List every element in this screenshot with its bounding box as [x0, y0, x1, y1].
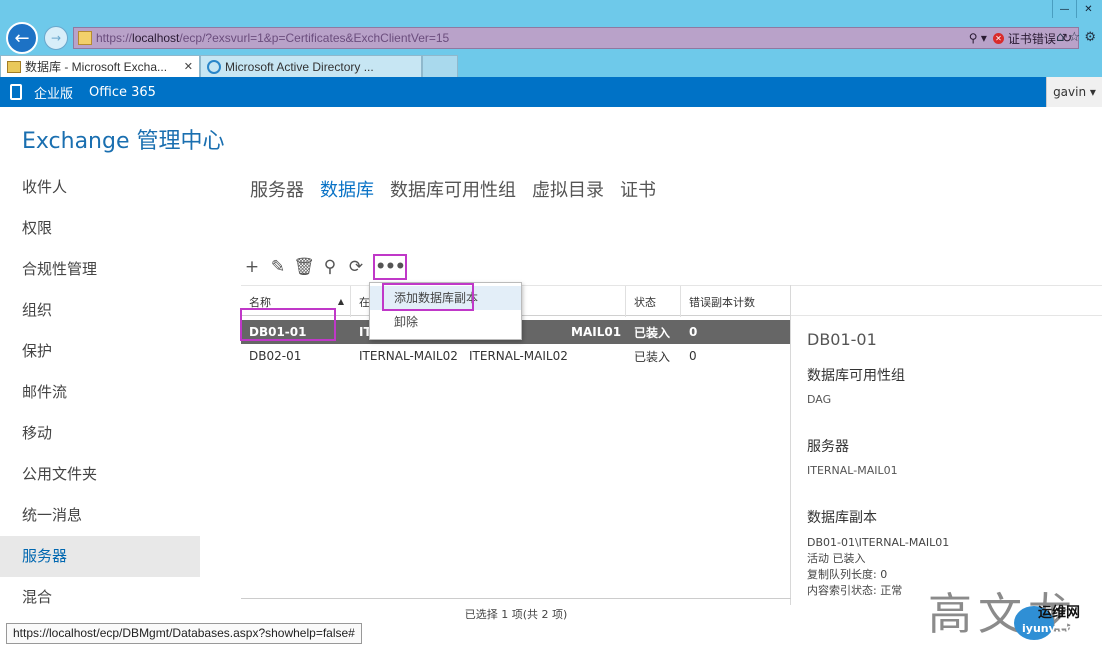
tab-certificates[interactable]: 证书 [620, 176, 656, 202]
nav-item-public-folders[interactable]: 公用文件夹 [0, 454, 200, 495]
office-logo-icon[interactable] [10, 84, 22, 100]
tab-servers[interactable]: 服务器 [250, 176, 304, 202]
close-tab-icon[interactable]: ✕ [184, 60, 193, 73]
search-icon[interactable]: ⚲ [321, 257, 339, 277]
dag-heading: 数据库可用性组 [807, 368, 905, 384]
tab-dag[interactable]: 数据库可用性组 [390, 176, 516, 202]
details-header-strip [790, 285, 1102, 316]
tab-database[interactable]: 数据库 - Microsoft Excha... ✕ [0, 55, 200, 77]
nav-item-recipients[interactable]: 收件人 [0, 167, 200, 208]
nav-item-mail-flow[interactable]: 邮件流 [0, 372, 200, 413]
tab-label: 数据库 - Microsoft Excha... [25, 60, 168, 74]
nav-item-unified-messaging[interactable]: 统一消息 [0, 495, 200, 536]
dag-value: DAG [807, 393, 832, 406]
logo-cn-text: 运维网 [1038, 605, 1080, 621]
user-name: gavin [1053, 85, 1087, 99]
browser-tabs: 数据库 - Microsoft Excha... ✕ Microsoft Act… [0, 55, 458, 77]
details-pane: DB01-01 数据库可用性组 DAG 服务器 ITERNAL-MAIL01 数… [807, 330, 1097, 599]
forward-arrow-icon: → [50, 31, 62, 45]
page-title: Exchange 管理中心 [22, 129, 225, 154]
address-bar[interactable]: https://localhost/ecp/?exsvurl=1&p=Certi… [73, 27, 1079, 49]
watermark-logo: 运维网 iyunv.com [1000, 596, 1098, 644]
nav-item-servers[interactable]: 服务器 [0, 536, 200, 577]
favorites-icon[interactable]: ☆ [1069, 30, 1081, 45]
more-options-button[interactable]: ••• [373, 254, 407, 280]
certificate-error-label: 证书错误 [1007, 31, 1056, 46]
highlight-box-db01 [240, 308, 336, 341]
url-scheme: https:// [96, 31, 133, 45]
tab-virtual-directories[interactable]: 虚拟目录 [532, 176, 604, 202]
url-path: /ecp/?exsvurl=1&p=Certificates&ExchClien… [179, 31, 450, 45]
highlight-box-add-copy [382, 283, 474, 311]
logo-en-text: iyunv.com [1022, 622, 1085, 635]
nav-item-compliance[interactable]: 合规性管理 [0, 249, 200, 290]
copies-heading: 数据库副本 [807, 510, 877, 526]
nav-item-mobile[interactable]: 移动 [0, 413, 200, 454]
forward-button[interactable]: → [44, 26, 68, 50]
nav-item-permissions[interactable]: 权限 [0, 208, 200, 249]
search-dropdown-icon[interactable]: ⚲ ▾ [969, 31, 987, 45]
nav-item-protection[interactable]: 保护 [0, 331, 200, 372]
column-header-bad-copy-count[interactable]: 错误副本计数 [681, 286, 791, 317]
details-title: DB01-01 [807, 330, 877, 349]
certificate-error-button[interactable]: ✕ 证书错误 [992, 30, 1056, 47]
sub-tabs: 服务器 数据库 数据库可用性组 虚拟目录 证书 [250, 176, 656, 202]
error-icon: ✕ [992, 32, 1004, 44]
nav-item-organization[interactable]: 组织 [0, 290, 200, 331]
cell-on: ITERNAL-MAIL02 [359, 349, 458, 363]
cell-server: ITERNAL-MAIL02 [469, 349, 568, 363]
copy-status: 活动 已装入 [807, 552, 866, 565]
url-host: localhost [132, 31, 180, 45]
tab-databases[interactable]: 数据库 [320, 176, 374, 202]
cell-status: 已装入 [634, 349, 671, 364]
tab-active-directory[interactable]: Microsoft Active Directory ... [200, 55, 422, 77]
add-icon[interactable]: + [243, 257, 261, 277]
tab-label: Microsoft Active Directory ... [225, 59, 374, 74]
column-header-status[interactable]: 状态 [626, 286, 681, 317]
back-button[interactable]: ← [6, 22, 38, 54]
nav-item-hybrid[interactable]: 混合 [0, 577, 200, 618]
sort-ascending-icon: ▲ [337, 297, 344, 306]
new-tab-button[interactable] [422, 55, 458, 77]
ie-icon [207, 59, 221, 74]
window-controls: — ✕ [1052, 0, 1100, 18]
minimize-button[interactable]: — [1052, 0, 1076, 18]
exchange-tab-icon [7, 60, 21, 73]
details-divider [790, 285, 791, 605]
cell-bad-copy-count: 0 [689, 349, 697, 363]
refresh-icon[interactable]: ⟳ [347, 257, 365, 277]
office-bar: 企业版 Office 365 gavin ▾ [0, 77, 1102, 107]
user-menu[interactable]: gavin ▾ [1046, 77, 1102, 107]
cell-bad-copy-count: 0 [689, 325, 698, 339]
enterprise-link[interactable]: 企业版 [34, 83, 73, 102]
table-row[interactable]: DB02-01 ITERNAL-MAIL02 ITERNAL-MAIL02 已装… [241, 344, 791, 368]
close-window-button[interactable]: ✕ [1076, 0, 1100, 18]
site-favicon-icon [78, 31, 92, 45]
cell-status: 已装入 [634, 325, 671, 340]
toolbar: + ✎ 🗑 ⚲ ⟳ ••• [243, 254, 407, 280]
browser-chrome: ← → https://localhost/ecp/?exsvurl=1&p=C… [0, 0, 1102, 77]
menu-item-dismount[interactable]: 卸除 [370, 310, 521, 334]
chevron-down-icon: ▾ [1089, 85, 1096, 99]
left-nav: 收件人 权限 合规性管理 组织 保护 邮件流 移动 公用文件夹 统一消息 服务器… [0, 167, 200, 618]
status-bar-url: https://localhost/ecp/DBMgmt/Databases.a… [6, 623, 362, 644]
office365-link[interactable]: Office 365 [89, 85, 156, 100]
delete-icon[interactable]: 🗑 [293, 257, 315, 277]
home-icon[interactable]: ⌂ [1056, 30, 1064, 45]
server-value: ITERNAL-MAIL01 [807, 464, 898, 477]
copy-name: DB01-01\ITERNAL-MAIL01 [807, 536, 950, 549]
gear-icon[interactable]: ⚙ [1084, 30, 1096, 45]
server-heading: 服务器 [807, 439, 849, 455]
edit-icon[interactable]: ✎ [269, 257, 287, 277]
cell-name: DB02-01 [249, 349, 302, 363]
back-arrow-icon: ← [14, 27, 30, 49]
browser-side-icons: ⌂ ☆ ⚙ [1056, 30, 1096, 45]
